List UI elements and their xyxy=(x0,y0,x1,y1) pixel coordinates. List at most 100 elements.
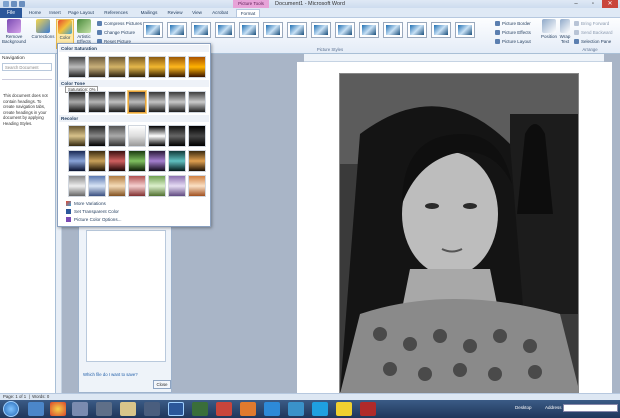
picture-style-14[interactable] xyxy=(455,22,475,38)
bring-forward-button[interactable]: Bring Forward xyxy=(574,20,609,28)
picture-style-11[interactable] xyxy=(383,22,403,38)
recolor-swatch-14[interactable] xyxy=(188,150,206,172)
tab-references[interactable]: References xyxy=(100,9,132,17)
side-dialog-help-link[interactable]: Which file do I want to save? xyxy=(83,372,138,377)
picture-layout-button[interactable]: Picture Layout xyxy=(495,38,531,46)
selection-pane-button[interactable]: Selection Pane xyxy=(574,38,611,46)
recolor-swatch-11[interactable] xyxy=(128,150,146,172)
saturation-swatch-4[interactable] xyxy=(128,56,146,78)
recolor-swatch-12[interactable] xyxy=(148,150,166,172)
picture-style-4[interactable] xyxy=(215,22,235,38)
save-icon[interactable] xyxy=(11,1,17,7)
tab-mailings[interactable]: Mailings xyxy=(136,9,162,17)
picture-effects-button[interactable]: Picture Effects xyxy=(495,29,531,37)
recolor-swatch-17[interactable] xyxy=(108,175,126,197)
tone-swatch-6[interactable] xyxy=(168,91,186,113)
set-transparent-color-menu-item[interactable]: Set Transparent Color xyxy=(66,208,119,215)
picture-style-1[interactable] xyxy=(143,22,163,38)
chrome-taskbar-icon[interactable] xyxy=(50,402,66,416)
selected-picture[interactable] xyxy=(339,73,579,393)
compress-pictures-button[interactable]: Compress Pictures xyxy=(97,20,142,28)
remove-background-button[interactable]: Remove Background xyxy=(1,19,27,49)
recolor-swatch-15[interactable] xyxy=(68,175,86,197)
recolor-swatch-8[interactable] xyxy=(68,150,86,172)
tone-swatch-1[interactable] xyxy=(68,91,86,113)
skype-taskbar-icon[interactable] xyxy=(312,402,328,416)
recolor-swatch-18[interactable] xyxy=(128,175,146,197)
saturation-swatch-6[interactable] xyxy=(168,56,186,78)
tab-page-layout[interactable]: Page Layout xyxy=(66,9,96,17)
change-picture-button[interactable]: Change Picture xyxy=(97,29,135,37)
recolor-swatch-9[interactable] xyxy=(88,150,106,172)
send-backward-button[interactable]: Send Backward xyxy=(574,29,613,37)
tab-home[interactable]: Home xyxy=(26,9,44,17)
picture-style-13[interactable] xyxy=(431,22,451,38)
desktop-toolbar-label[interactable]: Desktop xyxy=(515,405,532,410)
word-icon[interactable] xyxy=(3,1,9,7)
undo-icon[interactable] xyxy=(19,1,25,7)
picture-style-9[interactable] xyxy=(335,22,355,38)
recolor-swatch-19[interactable] xyxy=(148,175,166,197)
picture-color-options-menu-item[interactable]: Picture Color Options... xyxy=(66,216,122,223)
word-taskbar-icon[interactable] xyxy=(168,402,184,416)
tone-swatch-7[interactable] xyxy=(188,91,206,113)
explorer-taskbar-icon[interactable] xyxy=(120,402,136,416)
saturation-swatch-1[interactable] xyxy=(68,56,86,78)
close-window-icon[interactable]: ✕ xyxy=(602,0,618,8)
recolor-swatch-20[interactable] xyxy=(168,175,186,197)
corrections-button[interactable]: Corrections xyxy=(30,19,56,49)
picture-style-8[interactable] xyxy=(311,22,331,38)
picture-style-12[interactable] xyxy=(407,22,427,38)
tab-file[interactable]: File xyxy=(0,8,22,18)
position-button[interactable]: Position xyxy=(540,19,558,49)
picture-border-button[interactable]: Picture Border xyxy=(495,20,531,28)
recolor-swatch-7[interactable] xyxy=(188,125,206,147)
picture-style-3[interactable] xyxy=(191,22,211,38)
tone-swatch-2[interactable] xyxy=(88,91,106,113)
tone-swatch-4[interactable] xyxy=(128,91,146,113)
tone-swatch-3[interactable] xyxy=(108,91,126,113)
tab-acrobat[interactable]: Acrobat xyxy=(208,9,232,17)
saturation-swatch-2[interactable] xyxy=(88,56,106,78)
saturation-swatch-7[interactable] xyxy=(188,56,206,78)
tab-review[interactable]: Review xyxy=(164,9,186,17)
app3-taskbar-icon[interactable] xyxy=(240,402,256,416)
recolor-swatch-3[interactable] xyxy=(108,125,126,147)
tool-taskbar-icon[interactable] xyxy=(144,402,160,416)
picture-style-10[interactable] xyxy=(359,22,379,38)
ie2-taskbar-icon[interactable] xyxy=(264,402,280,416)
address-input[interactable] xyxy=(563,404,618,412)
app-taskbar-icon[interactable] xyxy=(96,402,112,416)
recolor-swatch-1[interactable] xyxy=(68,125,86,147)
picture-style-2[interactable] xyxy=(167,22,187,38)
app4-taskbar-icon[interactable] xyxy=(288,402,304,416)
recolor-swatch-4[interactable] xyxy=(128,125,146,147)
security-taskbar-icon[interactable] xyxy=(360,402,376,416)
picture-style-5[interactable] xyxy=(239,22,259,38)
saturation-swatch-5[interactable] xyxy=(148,56,166,78)
maximize-icon[interactable]: ▫ xyxy=(585,0,601,8)
tab-view[interactable]: View xyxy=(188,9,206,17)
recolor-swatch-6[interactable] xyxy=(168,125,186,147)
recolor-swatch-16[interactable] xyxy=(88,175,106,197)
media-taskbar-icon[interactable] xyxy=(72,402,88,416)
navigation-tabs[interactable] xyxy=(2,73,52,80)
side-dialog-close-button[interactable]: Close xyxy=(153,380,171,389)
picture-style-6[interactable] xyxy=(263,22,283,38)
tab-format[interactable]: Format xyxy=(236,9,260,17)
tone-swatch-5[interactable] xyxy=(148,91,166,113)
recolor-swatch-13[interactable] xyxy=(168,150,186,172)
app2-taskbar-icon[interactable] xyxy=(216,402,232,416)
recolor-swatch-5[interactable] xyxy=(148,125,166,147)
ie-taskbar-icon[interactable] xyxy=(28,402,44,416)
app5-taskbar-icon[interactable] xyxy=(336,402,352,416)
picture-style-7[interactable] xyxy=(287,22,307,38)
start-button-icon[interactable] xyxy=(3,401,19,417)
search-document-input[interactable]: Search Document xyxy=(2,63,52,71)
tab-insert[interactable]: Insert xyxy=(46,9,64,17)
minecraft-taskbar-icon[interactable] xyxy=(192,402,208,416)
recolor-swatch-21[interactable] xyxy=(188,175,206,197)
wrap-text-button[interactable]: Wrap Text xyxy=(558,19,572,49)
more-variations-menu-item[interactable]: More Variations xyxy=(66,200,106,207)
recolor-swatch-2[interactable] xyxy=(88,125,106,147)
